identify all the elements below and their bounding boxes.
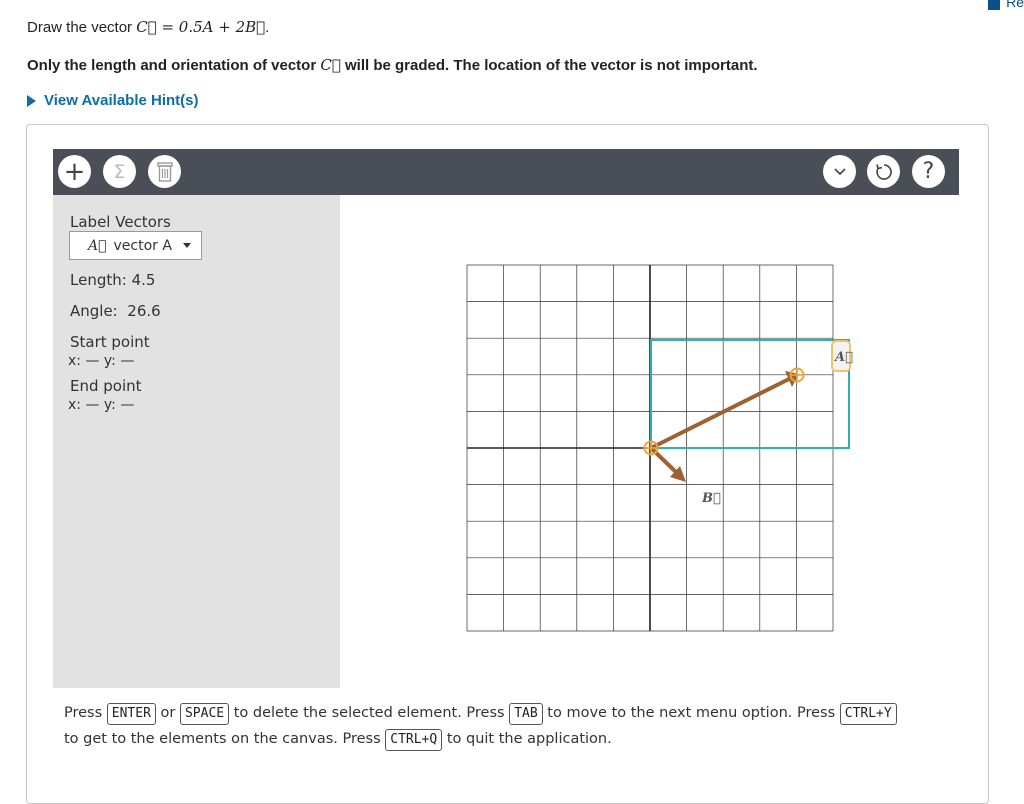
angle-value: 26.6 [127, 302, 161, 320]
end-point-label: End point [70, 377, 142, 395]
help-button[interactable]: ? [912, 155, 945, 188]
problem-prompt: Draw the vector C⃗ = 0.5A + 2B⃗. [27, 18, 270, 36]
selected-vector: vector A [113, 237, 172, 254]
expand-triangle-icon [27, 94, 36, 107]
vector-label-select[interactable]: A⃗ vector A [69, 231, 202, 260]
length-value: 4.5 [131, 271, 156, 289]
vector-b-line[interactable] [649, 446, 679, 475]
corner-label[interactable]: Re [1006, 0, 1024, 10]
reset-button[interactable] [867, 155, 900, 188]
top-right-corner: Re [988, 0, 1024, 10]
start-point-label: Start point [70, 333, 150, 351]
chevron-down-icon [833, 167, 846, 175]
view-hints-link[interactable]: View Available Hint(s) [27, 92, 199, 109]
bookmark-icon [988, 0, 1001, 10]
vector-b-label: B⃗ [701, 491, 721, 506]
question-icon: ? [922, 159, 935, 184]
end-point-coords: x: — y: — [68, 397, 135, 413]
reset-icon [875, 163, 892, 180]
key-tab: TAB [509, 703, 543, 725]
properties-panel: Label Vectors A⃗ vector A Length: 4.5 An… [53, 195, 340, 688]
key-enter: ENTER [106, 703, 156, 725]
add-vector-button[interactable]: + [58, 155, 91, 188]
drawing-canvas[interactable]: A⃗ B⃗ [340, 195, 959, 688]
vector-symbol: A⃗ [88, 237, 107, 254]
keyboard-instructions: Press ENTER or SPACE to delete the selec… [53, 700, 959, 776]
key-ctrl-q: CTRL+Q [385, 729, 443, 751]
plus-icon: + [63, 156, 86, 187]
length-row: Length: 4.5 [70, 271, 156, 289]
caret-down-icon [182, 243, 191, 248]
vector-a-label: A⃗ [833, 350, 853, 365]
key-ctrl-y: CTRL+Y [839, 703, 897, 725]
vector-a-line[interactable] [650, 376, 792, 450]
start-point-coords: x: — y: — [68, 353, 135, 369]
app-toolbar: + Σ ? [53, 149, 959, 195]
label-vectors-heading: Label Vectors [70, 213, 171, 231]
trash-icon [156, 161, 173, 182]
key-space: SPACE [179, 703, 230, 725]
vector-sum-button[interactable]: Σ [103, 155, 136, 188]
delete-button[interactable] [148, 155, 181, 188]
angle-row: Angle: 26.6 [70, 302, 161, 320]
grading-instruction: Only the length and orientation of vecto… [27, 56, 758, 74]
options-dropdown-button[interactable] [823, 155, 856, 188]
prompt-equation: C⃗ = 0.5A + 2B⃗ [136, 18, 266, 36]
vector-grid-svg[interactable]: A⃗ B⃗ [340, 195, 959, 688]
sigma-icon: Σ [113, 160, 126, 183]
